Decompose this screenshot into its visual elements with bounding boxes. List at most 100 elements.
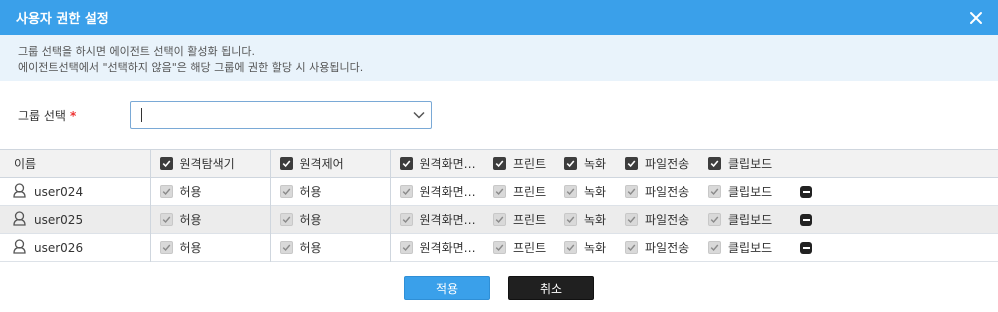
- cancel-button[interactable]: 취소: [508, 276, 594, 300]
- permission-label: 프린트: [513, 241, 547, 255]
- perm-cell: 허용: [270, 233, 391, 262]
- user-name: user024: [34, 184, 84, 199]
- group-select-dropdown[interactable]: [130, 101, 432, 129]
- permission-label: 허용: [299, 185, 322, 199]
- group-select-row: 그룹 선택 *: [0, 81, 998, 149]
- user-icon: [13, 182, 26, 201]
- select-all-checkbox[interactable]: [708, 157, 721, 170]
- permission-checkbox[interactable]: [708, 213, 721, 226]
- permission-checkbox[interactable]: [279, 241, 293, 254]
- action-cell: [796, 206, 998, 234]
- permission-label: 허용: [299, 213, 322, 227]
- permission-checkbox[interactable]: [625, 213, 638, 226]
- permission-checkbox[interactable]: [399, 213, 413, 226]
- action-cell: [796, 234, 998, 262]
- perm-cell: 허용: [270, 177, 391, 206]
- column-header-actions: [796, 150, 998, 178]
- remove-row-icon[interactable]: [800, 213, 812, 226]
- permission-checkbox[interactable]: [399, 241, 413, 254]
- permission-checkbox[interactable]: [708, 185, 721, 198]
- permission-checkbox[interactable]: [493, 185, 506, 198]
- permission-label: 파일전송: [645, 241, 690, 255]
- column-header-remote-screen: 원격화면…: [390, 150, 493, 178]
- remove-row-icon[interactable]: [800, 241, 812, 254]
- select-all-checkbox[interactable]: [564, 157, 577, 170]
- text-cursor: [141, 108, 142, 122]
- button-bar: 적용 취소: [0, 276, 998, 300]
- permission-label: 클립보드: [728, 241, 773, 255]
- notice-panel: 그룹 선택을 하시면 에이전트 선택이 활성화 됩니다. 에이전트선택에서 "선…: [0, 35, 998, 81]
- close-icon[interactable]: [966, 8, 986, 28]
- perm-cell: 녹화: [564, 206, 625, 234]
- notice-line-2: 에이전트선택에서 "선택하지 않음"은 해당 그룹에 권한 할당 시 사용됩니다…: [18, 61, 364, 74]
- perm-cell: 파일전송: [625, 206, 708, 234]
- permission-checkbox[interactable]: [493, 213, 506, 226]
- permission-label: 클립보드: [728, 185, 773, 199]
- perm-cell: 허용: [150, 177, 271, 206]
- permission-label: 파일전송: [645, 213, 690, 227]
- permission-label: 허용: [179, 241, 202, 255]
- permission-table: 이름 원격탐색기 원격제어 원격화면… 프린트 녹화 파일전송 클립보드 use…: [0, 149, 998, 262]
- table-row: user025 허용 허용 원격화면… 프린트 녹화 파일전송 클립보드: [0, 205, 998, 234]
- permission-checkbox[interactable]: [564, 241, 577, 254]
- table-header-row: 이름 원격탐색기 원격제어 원격화면… 프린트 녹화 파일전송 클립보드: [0, 149, 998, 178]
- permission-checkbox[interactable]: [493, 241, 506, 254]
- perm-cell: 클립보드: [708, 234, 796, 262]
- permission-checkbox[interactable]: [159, 213, 173, 226]
- permission-checkbox[interactable]: [159, 241, 173, 254]
- select-all-checkbox[interactable]: [493, 157, 506, 170]
- chevron-down-icon[interactable]: [413, 108, 425, 122]
- perm-cell: 허용: [150, 233, 271, 262]
- notice-line-1: 그룹 선택을 하시면 에이전트 선택이 활성화 됩니다.: [18, 45, 255, 58]
- permission-label: 원격화면…: [419, 213, 476, 227]
- permission-checkbox[interactable]: [279, 185, 293, 198]
- column-header-file-transfer: 파일전송: [625, 150, 708, 178]
- user-icon: [13, 210, 26, 229]
- permission-label: 녹화: [584, 213, 607, 227]
- column-label: 녹화: [584, 157, 607, 171]
- column-header-recording: 녹화: [564, 150, 625, 178]
- column-header-clipboard: 클립보드: [708, 150, 796, 178]
- user-cell: user025: [0, 205, 151, 234]
- user-name: user026: [34, 240, 84, 255]
- title-bar: 사용자 권한 설정: [0, 0, 998, 35]
- column-label: 클립보드: [728, 157, 773, 171]
- permission-checkbox[interactable]: [159, 185, 173, 198]
- column-label: 원격제어: [299, 157, 344, 171]
- user-cell: user026: [0, 233, 151, 262]
- permission-label: 허용: [299, 241, 322, 255]
- perm-cell: 클립보드: [708, 206, 796, 234]
- permission-checkbox[interactable]: [708, 241, 721, 254]
- user-icon: [13, 238, 26, 257]
- user-permission-dialog: 사용자 권한 설정 그룹 선택을 하시면 에이전트 선택이 활성화 됩니다. 에…: [0, 0, 998, 312]
- column-header-remote-control: 원격제어: [270, 149, 391, 178]
- permission-label: 프린트: [513, 213, 547, 227]
- permission-label: 원격화면…: [419, 241, 476, 255]
- remove-row-icon[interactable]: [800, 185, 812, 198]
- perm-cell: 허용: [270, 205, 391, 234]
- permission-checkbox[interactable]: [399, 185, 413, 198]
- permission-label: 허용: [179, 213, 202, 227]
- perm-cell: 프린트: [493, 206, 564, 234]
- required-mark: *: [69, 108, 77, 123]
- column-header-remote-explorer: 원격탐색기: [150, 149, 271, 178]
- permission-label: 클립보드: [728, 213, 773, 227]
- select-all-checkbox[interactable]: [625, 157, 638, 170]
- perm-cell: 클립보드: [708, 178, 796, 206]
- permission-checkbox[interactable]: [279, 213, 293, 226]
- apply-button[interactable]: 적용: [404, 276, 490, 300]
- perm-cell: 녹화: [564, 178, 625, 206]
- perm-cell: 원격화면…: [390, 206, 493, 234]
- select-all-checkbox[interactable]: [399, 157, 413, 170]
- perm-cell: 파일전송: [625, 234, 708, 262]
- perm-cell: 원격화면…: [390, 178, 493, 206]
- select-all-checkbox[interactable]: [279, 157, 293, 170]
- dialog-title: 사용자 권한 설정: [16, 12, 109, 27]
- select-all-checkbox[interactable]: [159, 157, 173, 170]
- permission-checkbox[interactable]: [564, 185, 577, 198]
- permission-checkbox[interactable]: [564, 213, 577, 226]
- permission-checkbox[interactable]: [625, 185, 638, 198]
- column-label: 원격화면…: [419, 157, 476, 171]
- column-label: 프린트: [513, 157, 547, 171]
- permission-checkbox[interactable]: [625, 241, 638, 254]
